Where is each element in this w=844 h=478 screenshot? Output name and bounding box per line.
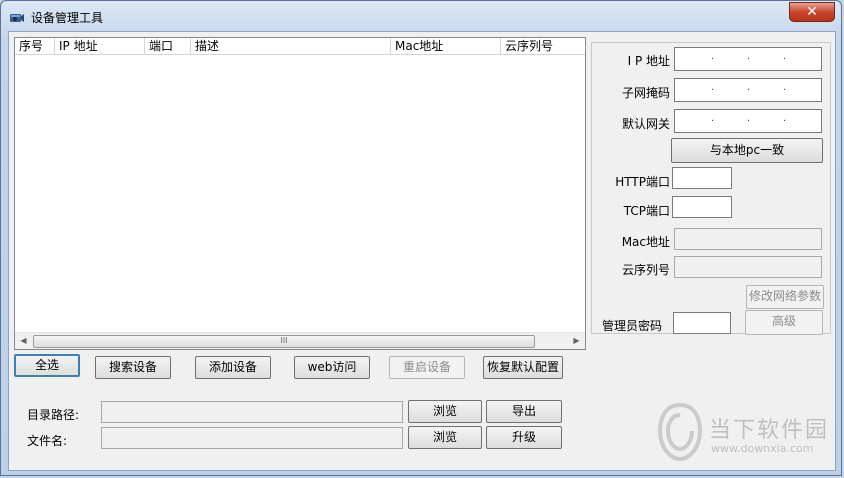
ip-address-label: I P 地址 bbox=[627, 54, 670, 68]
default-gateway-input[interactable]: · · · bbox=[674, 109, 822, 133]
watermark-url: www.downxia.com bbox=[711, 442, 814, 455]
upgrade-button[interactable]: 升级 bbox=[486, 426, 562, 449]
file-name-input[interactable] bbox=[101, 427, 403, 449]
browse-directory-button[interactable]: 浏览 bbox=[408, 400, 482, 423]
list-header: 序号 IP 地址 端口 描述 Mac地址 云序列号 bbox=[15, 38, 585, 55]
subnet-mask-label: 子网掩码 bbox=[621, 86, 670, 100]
advanced-button[interactable]: 高级 bbox=[745, 310, 823, 335]
subnet-mask-input[interactable]: · · · bbox=[674, 78, 822, 102]
column-header-description[interactable]: 描述 bbox=[191, 38, 391, 54]
search-devices-button[interactable]: 搜索设备 bbox=[95, 356, 171, 379]
device-list[interactable]: 序号 IP 地址 端口 描述 Mac地址 云序列号 ◀ III ▶ bbox=[14, 37, 586, 350]
scroll-left-icon[interactable]: ◀ bbox=[15, 333, 32, 349]
client-area: 序号 IP 地址 端口 描述 Mac地址 云序列号 ◀ III ▶ 全选 搜索设… bbox=[8, 31, 836, 471]
cloud-serial-input[interactable] bbox=[674, 256, 822, 278]
column-header-port[interactable]: 端口 bbox=[145, 38, 191, 54]
restore-defaults-button[interactable]: 恢复默认配置 bbox=[483, 356, 563, 379]
mac-address-label: Mac地址 bbox=[621, 235, 670, 249]
watermark-logo-icon bbox=[658, 403, 702, 461]
admin-password-label: 管理员密码 bbox=[602, 319, 663, 333]
window-title: 设备管理工具 bbox=[31, 11, 104, 25]
modify-network-params-button[interactable]: 修改网络参数 bbox=[746, 285, 824, 309]
add-device-button[interactable]: 添加设备 bbox=[195, 356, 271, 379]
scroll-right-icon[interactable]: ▶ bbox=[568, 333, 585, 349]
restart-device-button[interactable]: 重启设备 bbox=[389, 356, 465, 379]
browse-file-button[interactable]: 浏览 bbox=[408, 426, 482, 449]
http-port-input[interactable] bbox=[672, 167, 732, 189]
close-button[interactable]: ✕ bbox=[789, 2, 835, 22]
watermark-text: 当下软件园 bbox=[709, 418, 830, 443]
cloud-serial-label: 云序列号 bbox=[621, 263, 670, 277]
ip-address-input[interactable]: · · · bbox=[674, 47, 822, 71]
export-button[interactable]: 导出 bbox=[486, 400, 562, 423]
column-header-mac[interactable]: Mac地址 bbox=[391, 38, 501, 54]
horizontal-scrollbar[interactable]: ◀ III ▶ bbox=[15, 332, 585, 349]
title-bar[interactable]: 设备管理工具 ✕ bbox=[1, 1, 841, 31]
directory-path-input[interactable] bbox=[101, 401, 403, 423]
scroll-thumb[interactable]: III bbox=[33, 335, 535, 348]
network-settings-panel: I P 地址 · · · 子网掩码 · · · 默认网关 · · · 与本地pc一致 HTT… bbox=[591, 42, 831, 334]
camera-icon bbox=[10, 14, 24, 22]
column-header-ip[interactable]: IP 地址 bbox=[55, 38, 145, 54]
mac-address-input[interactable] bbox=[674, 228, 822, 250]
column-header-index[interactable]: 序号 bbox=[15, 38, 55, 54]
tcp-port-label: TCP端口 bbox=[623, 204, 670, 218]
http-port-label: HTTP端口 bbox=[615, 175, 670, 189]
tcp-port-input[interactable] bbox=[672, 196, 732, 218]
select-all-button[interactable]: 全选 bbox=[14, 354, 80, 377]
directory-path-label: 目录路径: bbox=[27, 408, 80, 422]
main-window: 设备管理工具 ✕ 序号 IP 地址 端口 描述 Mac地址 云序列号 ◀ III… bbox=[0, 0, 842, 476]
default-gateway-label: 默认网关 bbox=[621, 117, 670, 131]
same-as-local-pc-button[interactable]: 与本地pc一致 bbox=[671, 138, 823, 163]
admin-password-input[interactable] bbox=[673, 312, 731, 334]
web-access-button[interactable]: web访问 bbox=[294, 356, 370, 379]
column-header-cloud-serial[interactable]: 云序列号 bbox=[501, 38, 585, 54]
file-name-label: 文件名: bbox=[27, 434, 68, 448]
